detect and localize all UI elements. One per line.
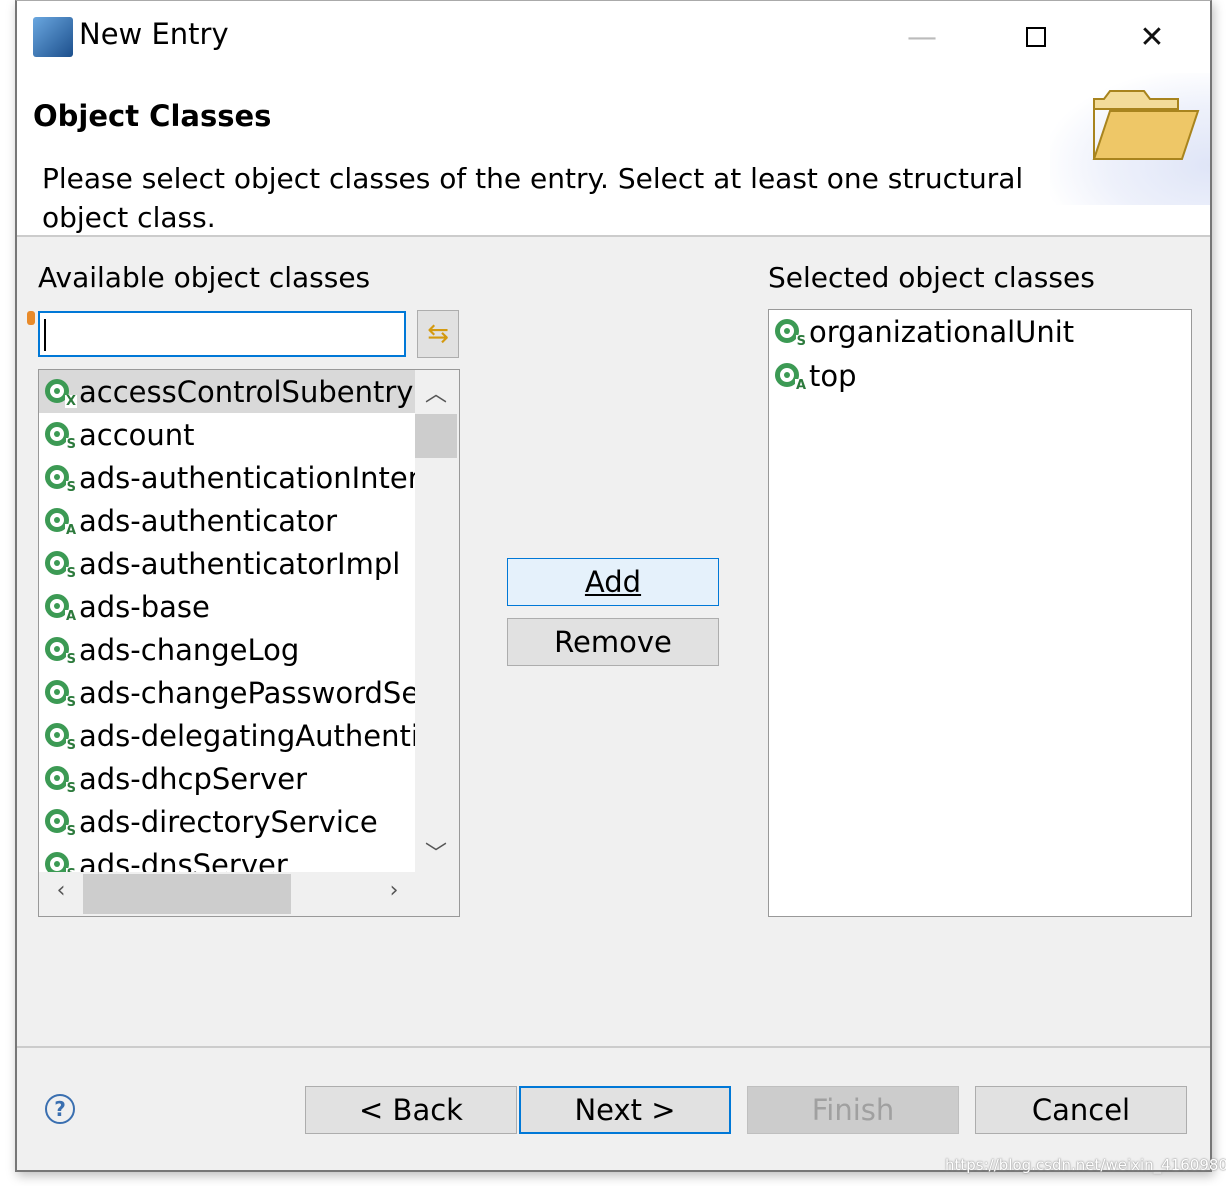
object-class-icon: A [45,505,77,537]
vertical-scrollbar[interactable]: ︿ ﹀ [415,370,459,872]
object-class-name: ads-changePasswordSe [79,675,416,710]
object-class-name: ads-delegatingAuthenti [79,718,416,753]
object-class-name: account [79,417,195,452]
next-button[interactable]: Next > [519,1086,731,1134]
divider [17,1046,1210,1048]
object-class-icon: S [45,634,77,666]
list-item[interactable]: Sads-dnsServer [39,843,416,872]
new-entry-dialog: New Entry — ✕ Object Classes Please sele… [15,0,1212,1172]
object-class-name: ads-base [79,589,210,624]
horizontal-scrollbar[interactable]: ‹ › [39,872,416,916]
filter-input[interactable] [38,311,406,357]
folder-icon [1092,90,1200,160]
wizard-header: Object Classes Please select object clas… [17,73,1210,237]
cancel-button[interactable]: Cancel [975,1086,1187,1134]
back-button[interactable]: < Back [305,1086,517,1134]
object-class-name: organizationalUnit [809,315,1075,349]
refresh-icon[interactable]: ⇆ [417,310,459,358]
list-item[interactable]: Saccount [39,413,416,456]
object-class-name: accessControlSubentry [79,374,414,409]
object-class-icon: A [45,591,77,623]
object-class-name: top [809,359,857,393]
object-class-icon: S [45,763,77,795]
object-class-name: ads-directoryService [79,804,378,839]
object-class-icon: X [45,376,77,408]
list-item[interactable]: Sads-authenticationInter [39,456,416,499]
list-item[interactable]: Sads-authenticatorImpl [39,542,416,585]
maximize-icon[interactable] [1011,15,1061,59]
object-class-icon: S [45,462,77,494]
content-assist-icon [27,311,35,325]
list-item[interactable]: Aads-authenticator [39,499,416,542]
list-item[interactable]: Sads-delegatingAuthenti [39,714,416,757]
object-class-icon: S [45,677,77,709]
scroll-left-icon[interactable]: ‹ [39,878,83,903]
window-title: New Entry [79,17,229,51]
object-class-name: ads-authenticationInter [79,460,416,495]
remove-button[interactable]: Remove [507,618,719,666]
object-class-icon: S [45,806,77,838]
list-item[interactable]: Sads-changeLog [39,628,416,671]
scroll-thumb[interactable] [415,414,457,458]
object-class-icon: S [45,720,77,752]
list-item[interactable]: Atop [769,354,1191,398]
scroll-up-icon[interactable]: ︿ [415,376,457,408]
list-item[interactable]: SorganizationalUnit [769,310,1191,354]
page-description: Please select object classes of the entr… [42,162,1024,234]
object-class-icon: S [45,849,77,872]
scroll-down-icon[interactable]: ﹀ [415,836,457,868]
object-class-icon: S [775,316,807,348]
object-class-icon: S [45,419,77,451]
watermark: https://blog.csdn.net/weixin_41609807 [945,1156,1226,1174]
finish-button: Finish [747,1086,959,1134]
object-class-name: ads-authenticator [79,503,338,538]
scroll-thumb[interactable] [83,874,291,914]
object-class-name: ads-dnsServer [79,847,288,873]
available-list[interactable]: XaccessControlSubentry Saccount Sads-authe… [38,369,460,917]
minimize-icon[interactable]: — [897,15,947,59]
available-label: Available object classes [38,261,371,294]
page-title: Object Classes [33,99,272,133]
selected-label: Selected object classes [768,261,1095,294]
scroll-right-icon[interactable]: › [372,878,416,903]
object-class-name: ads-dhcpServer [79,761,307,796]
object-class-icon: S [45,548,77,580]
selected-list[interactable]: SorganizationalUnit Atop [768,309,1192,917]
object-class-icon: A [775,360,807,392]
list-item[interactable]: Sads-dhcpServer [39,757,416,800]
help-icon[interactable]: ? [45,1094,75,1124]
list-item[interactable]: XaccessControlSubentry [39,370,416,413]
list-item[interactable]: Sads-changePasswordSe [39,671,416,714]
list-item[interactable]: Aads-base [39,585,416,628]
close-icon[interactable]: ✕ [1127,15,1177,59]
object-class-name: ads-changeLog [79,632,300,667]
app-icon [33,17,73,57]
add-button[interactable]: Add [507,558,719,606]
title-bar: New Entry — ✕ [17,1,1210,73]
object-class-name: ads-authenticatorImpl [79,546,401,581]
list-item[interactable]: Sads-directoryService [39,800,416,843]
